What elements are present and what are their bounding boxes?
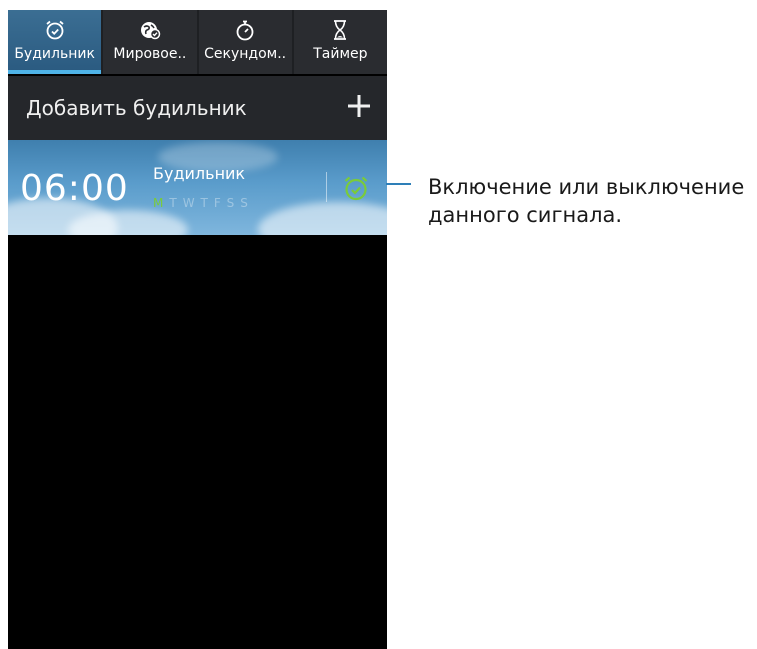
alarm-name: Будильник: [153, 164, 246, 183]
cloud-decoration: [258, 202, 387, 235]
tab-world-clock-label: Мировое..: [113, 46, 187, 62]
alarm-day-active: M: [153, 196, 170, 210]
tab-timer-label: Таймер: [313, 46, 368, 62]
add-alarm-row[interactable]: Добавить будильник: [8, 76, 387, 140]
alarm-days: MTWTFSS: [153, 196, 254, 210]
tab-bar: Будильник Мировое.. Секундом.. Таймер: [8, 10, 387, 74]
alarm-days-inactive: TWTFSS: [169, 196, 254, 210]
alarm-time: 06:00: [20, 168, 129, 209]
plus-icon[interactable]: [345, 92, 373, 120]
tab-stopwatch[interactable]: Секундом..: [198, 10, 292, 74]
callout-text: Включение или выключение данного сигнала…: [428, 175, 745, 227]
alarm-clock-icon[interactable]: [341, 173, 371, 203]
hourglass-icon: [334, 20, 347, 40]
phone-screen: Будильник Мировое.. Секундом.. Таймер До…: [8, 10, 387, 649]
world-clock-icon: [140, 22, 161, 40]
tab-alarm[interactable]: Будильник: [8, 10, 102, 74]
callout-leader-line: [386, 183, 411, 185]
alarm-clock-icon: [46, 20, 64, 40]
tab-stopwatch-label: Секундом..: [204, 46, 287, 62]
stopwatch-icon: [236, 20, 254, 41]
page: Будильник Мировое.. Секундом.. Таймер До…: [0, 0, 757, 649]
tab-alarm-label: Будильник: [14, 46, 95, 62]
alarm-list-item[interactable]: 06:00 Будильник MTWTFSS: [8, 140, 387, 235]
tab-world-clock[interactable]: Мировое..: [103, 10, 197, 74]
tab-timer[interactable]: Таймер: [293, 10, 387, 74]
divider: [326, 172, 327, 202]
add-alarm-label: Добавить будильник: [26, 96, 247, 120]
